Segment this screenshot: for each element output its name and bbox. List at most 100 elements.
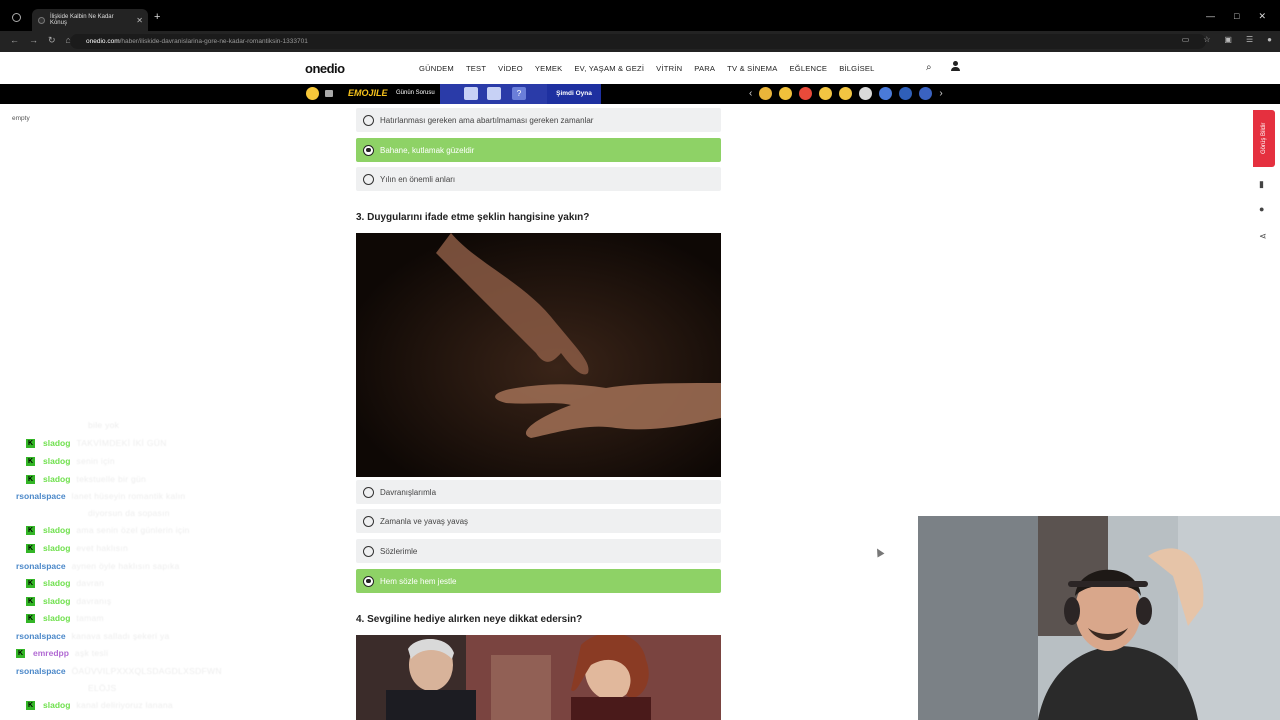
emoji-icon[interactable] xyxy=(819,87,833,100)
answer-option[interactable]: Hatırlanması gereken ama abartılmaması g… xyxy=(356,108,721,132)
radio-icon xyxy=(363,114,374,126)
share-icon[interactable]: ⋖ xyxy=(1259,231,1268,241)
answer-label: Zamanla ve yavaş yavaş xyxy=(380,516,469,526)
comments-icon[interactable]: ● xyxy=(1259,204,1268,214)
chat-username: emredpp xyxy=(33,648,69,658)
emoji-hint-tile xyxy=(487,87,501,100)
emoji-game-bar: EMOJILE Günün Sorusu ? Şimdi Oyna ‹ › xyxy=(0,84,1280,104)
menu-item-tv-sinema[interactable]: TV & SİNEMA xyxy=(727,64,777,73)
answer-option[interactable]: Davranışlarımla xyxy=(356,480,721,504)
search-icon[interactable]: ⌕ xyxy=(926,62,932,73)
menu-item-ev-yasam[interactable]: EV, YAŞAM & GEZİ xyxy=(574,64,644,73)
answer-option[interactable]: Zamanla ve yavaş yavaş xyxy=(356,509,721,533)
browser-actions: ▭ ☆ ▣ ☰ ● xyxy=(1182,35,1272,44)
bookmark-icon[interactable]: ▮ xyxy=(1259,179,1268,189)
menu-item-yemek[interactable]: YEMEK xyxy=(535,64,563,73)
chat-badge-icon: K xyxy=(26,457,35,467)
answer-label: Hem sözle hem jestle xyxy=(380,576,457,586)
radio-icon xyxy=(363,486,374,498)
onedio-logo[interactable]: onedio xyxy=(305,61,345,76)
menu-item-vitrin[interactable]: VİTRİN xyxy=(656,64,682,73)
chat-message: rsonalspace ÖAÜVVILPXXXQLSDAGDLXSDFWN xyxy=(16,666,222,676)
chat-message: rsonalspace lanet hüseyin romantik kalın xyxy=(16,491,186,501)
chevron-right-icon[interactable]: › xyxy=(939,88,942,99)
radio-checked-icon xyxy=(363,575,374,587)
new-tab-button[interactable]: + xyxy=(154,11,160,23)
browser-tab[interactable]: İlişkide Kalbin Ne Kadar Konuş ✕ xyxy=(32,9,148,31)
back-icon[interactable]: ← xyxy=(10,35,19,46)
menu-item-bilgisel[interactable]: BİLGİSEL xyxy=(839,64,874,73)
chevron-left-icon[interactable]: ‹ xyxy=(749,88,752,99)
chat-username: sladog xyxy=(43,578,71,588)
chat-badge-icon: K xyxy=(16,649,25,659)
menu-item-video[interactable]: VİDEO xyxy=(498,64,523,73)
radio-icon xyxy=(363,545,374,557)
minimize-icon[interactable]: — xyxy=(1206,11,1215,22)
chat-message: Ksladog TAKVİMDEKİ İKİ GÜN xyxy=(26,438,167,449)
close-window-icon[interactable]: ✕ xyxy=(1258,11,1266,22)
menu-icon[interactable]: ☰ xyxy=(1246,35,1253,44)
chat-message: Kemredpp aşk tesli xyxy=(16,648,109,659)
chat-badge-icon: K xyxy=(26,579,35,589)
site-header: onedio GÜNDEM TEST VİDEO YEMEK EV, YAŞAM… xyxy=(0,52,1280,84)
emoji-icon[interactable] xyxy=(879,87,893,100)
answer-option[interactable]: Yılın en önemli anları xyxy=(356,167,721,191)
menu-item-gundem[interactable]: GÜNDEM xyxy=(419,64,454,73)
user-icon[interactable] xyxy=(951,61,960,71)
maximize-icon[interactable]: □ xyxy=(1234,11,1239,22)
chat-message: diyorsun da sopasın xyxy=(88,508,170,518)
daily-question-label: Günün Sorusu xyxy=(396,90,435,96)
chat-username: rsonalspace xyxy=(16,631,66,641)
chat-username: sladog xyxy=(43,525,71,535)
smiley-icon[interactable] xyxy=(306,87,319,100)
chat-badge-icon: K xyxy=(26,544,35,554)
tab-close-icon[interactable]: ✕ xyxy=(136,16,143,25)
answer-option-selected[interactable]: Hem sözle hem jestle xyxy=(356,569,721,593)
answer-label: Davranışlarımla xyxy=(380,487,437,497)
webcam-overlay xyxy=(918,516,1280,720)
answer-option[interactable]: Sözlerimle xyxy=(356,539,721,563)
feedback-tab[interactable]: Görüş Bildir xyxy=(1253,110,1275,167)
url-field[interactable]: onedio.com/haber/iliskide-davranislarina… xyxy=(70,34,1206,49)
chat-username: sladog xyxy=(43,700,71,710)
emoji-icon[interactable] xyxy=(759,87,773,100)
emoji-icon[interactable] xyxy=(779,87,793,100)
chat-badge-icon: K xyxy=(26,597,35,607)
emoji-hint-tile xyxy=(464,87,478,100)
reload-icon[interactable]: ↻ xyxy=(48,35,56,46)
bookmark-star-icon[interactable]: ☆ xyxy=(1203,35,1210,44)
answer-label: Sözlerimle xyxy=(380,546,418,556)
chat-username: rsonalspace xyxy=(16,561,66,571)
chat-badge-icon: K xyxy=(26,526,35,536)
emoji-icon[interactable] xyxy=(859,87,873,100)
tab-title: İlişkide Kalbin Ne Kadar Konuş xyxy=(49,14,114,26)
menu-item-test[interactable]: TEST xyxy=(466,64,486,73)
url-path: /haber/iliskide-davranislarina-gore-ne-k… xyxy=(119,38,308,45)
chat-icon[interactable] xyxy=(325,90,333,97)
emoji-icon[interactable] xyxy=(919,87,933,100)
menu-item-eglence[interactable]: EĞLENCE xyxy=(789,64,827,73)
chat-message: Ksladog kanal deliriyoruz lanana xyxy=(26,700,173,711)
emoji-icon[interactable] xyxy=(799,87,813,100)
emoji-icon[interactable] xyxy=(899,87,913,100)
chat-username: rsonalspace xyxy=(16,666,66,676)
menu-item-para[interactable]: PARA xyxy=(694,64,715,73)
play-now-button[interactable]: Şimdi Oyna xyxy=(547,84,601,104)
tab-search-icon[interactable] xyxy=(12,13,21,22)
chat-message: Ksladog evet haklısın xyxy=(26,543,129,554)
forward-icon[interactable]: → xyxy=(29,35,38,46)
url-host: onedio.com xyxy=(86,38,120,45)
emoji-icon[interactable] xyxy=(839,87,853,100)
answer-option-selected[interactable]: Bahane, kutlamak güzeldir xyxy=(356,138,721,162)
mouse-cursor-icon xyxy=(873,546,885,558)
question-title: 4. Sevgiline hediye alırken neye dikkat … xyxy=(356,614,583,625)
extensions-icon[interactable]: ▣ xyxy=(1224,35,1232,44)
chat-message: ELÖJS xyxy=(88,683,117,693)
chat-username: sladog xyxy=(43,596,71,606)
install-icon[interactable]: ▭ xyxy=(1182,35,1190,44)
emojile-logo[interactable]: EMOJILE xyxy=(348,88,388,98)
chat-badge-icon: K xyxy=(26,475,35,485)
profile-icon[interactable]: ● xyxy=(1267,35,1272,44)
chat-message: bile yok xyxy=(88,420,120,430)
emoji-carousel: ‹ › xyxy=(749,87,943,100)
